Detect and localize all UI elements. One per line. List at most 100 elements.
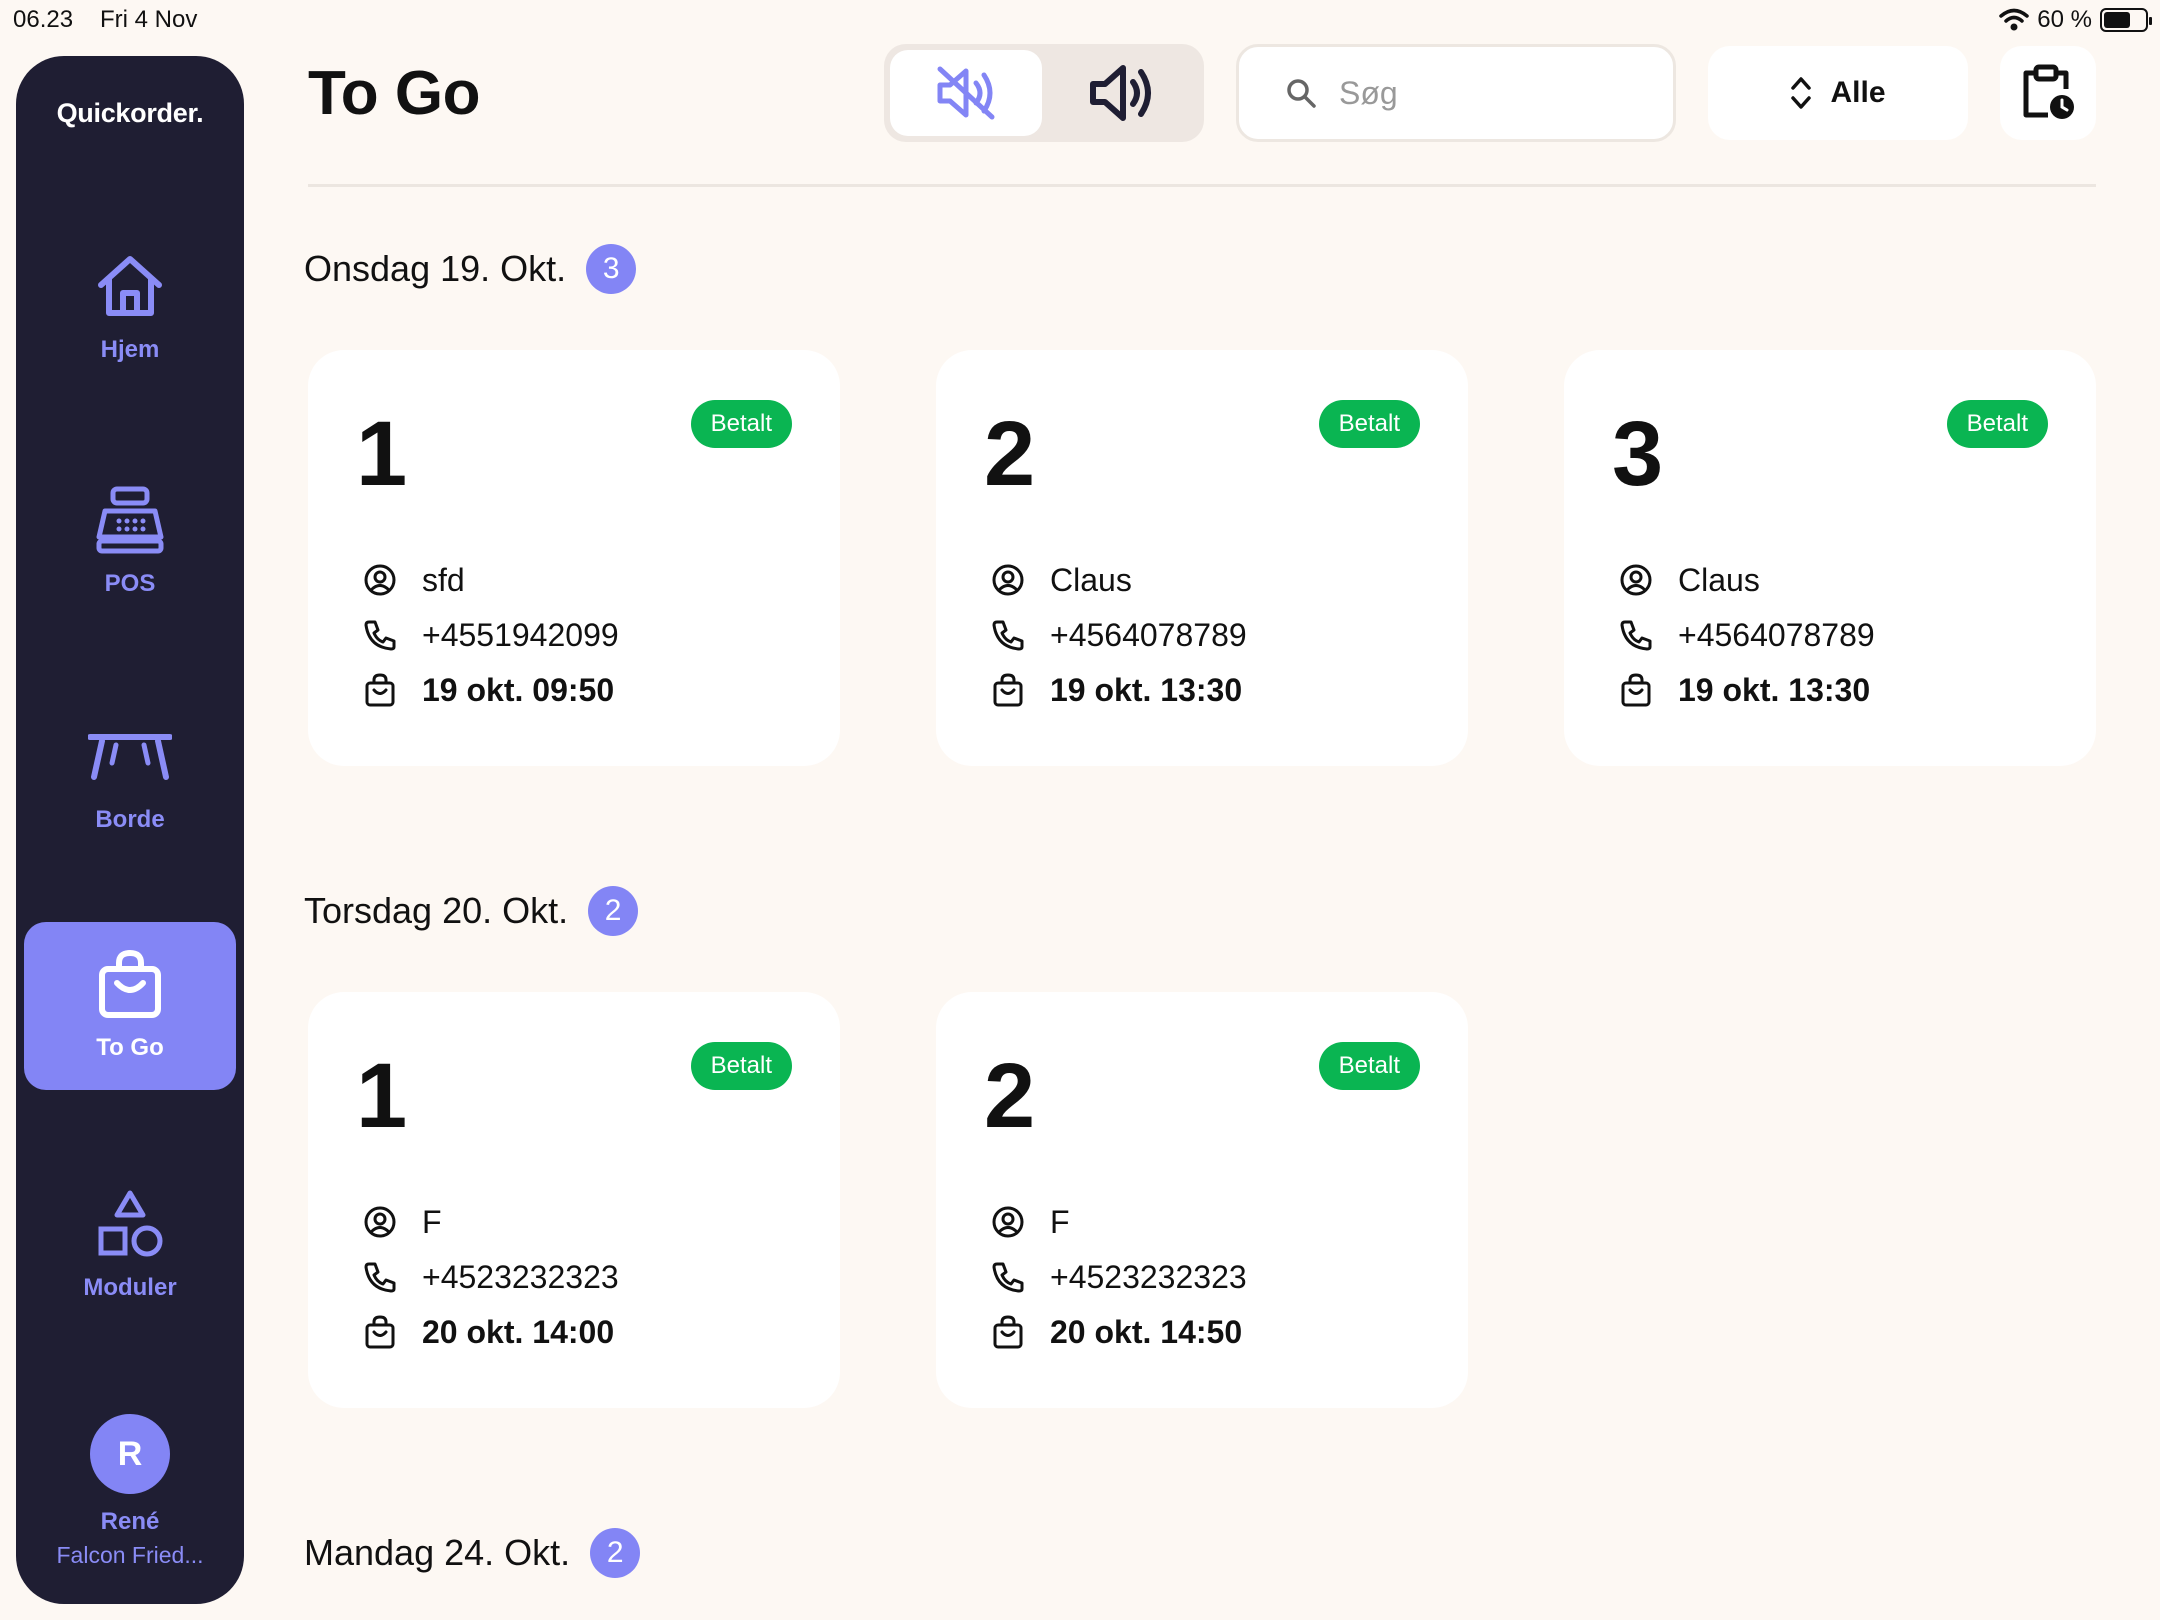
sidebar-item-borde[interactable]: Borde [24, 694, 236, 862]
pickup-time: 20 okt. 14:50 [1050, 1313, 1243, 1350]
section-date: Torsdag 20. Okt. [304, 890, 569, 931]
order-card[interactable]: 1 Betalt sfd +4551942099 19 okt. 09:50 [308, 350, 840, 766]
phone-icon [1620, 620, 1652, 651]
filter-label: Alle [1830, 76, 1886, 109]
search-box [1236, 44, 1676, 142]
pickup-time: 20 okt. 14:00 [422, 1313, 615, 1350]
customer-name-row: F [990, 1202, 1070, 1242]
user-organization: Falcon Fried... [56, 1542, 204, 1568]
order-number: 2 [984, 403, 1036, 505]
speaker-muted-icon [937, 66, 995, 120]
user-circle-icon [992, 564, 1024, 596]
schedule-button[interactable] [2000, 46, 2096, 140]
order-card[interactable]: 1 Betalt F +4523232323 20 okt. 14:00 [308, 992, 840, 1408]
date-section-header: Onsdag 19. Okt. 3 [304, 244, 637, 294]
status-date: Fri 4 Nov [100, 6, 198, 33]
section-date: Mandag 24. Okt. [304, 1532, 571, 1573]
order-number: 1 [356, 403, 408, 505]
sidebar-item-label: Moduler [83, 1274, 177, 1301]
shopping-bag-icon [993, 673, 1023, 707]
shopping-bag-icon [365, 673, 395, 707]
phone-icon [364, 1262, 396, 1293]
customer-name-row: sfd [362, 560, 465, 600]
user-circle-icon [364, 1206, 396, 1238]
sidebar-item-hjem[interactable]: Hjem [24, 224, 236, 392]
status-badge: Betalt [1318, 1042, 1420, 1090]
order-card[interactable]: 2 Betalt F +4523232323 20 okt. 14:50 [936, 992, 1468, 1408]
order-card[interactable]: 2 Betalt Claus +4564078789 19 okt. 13:30 [936, 350, 1468, 766]
order-count-badge: 2 [588, 886, 639, 936]
search-icon [1287, 79, 1316, 108]
sound-toggle [884, 44, 1204, 142]
clipboard-clock-icon [2023, 64, 2074, 119]
user-circle-icon [992, 1206, 1024, 1238]
customer-phone: +4523232323 [1050, 1258, 1247, 1295]
status-badge: Betalt [1946, 400, 2048, 448]
battery-icon [2100, 8, 2152, 32]
sidebar-item-label: Hjem [100, 336, 160, 363]
pickup-time: 19 okt. 13:30 [1050, 671, 1243, 708]
status-badge: Betalt [1318, 400, 1420, 448]
battery-percentage: 60 % [2037, 6, 2092, 33]
user-name: René [100, 1508, 160, 1535]
user-circle-icon [364, 564, 396, 596]
phone-row: +4564078789 [990, 615, 1247, 655]
order-count-badge: 3 [586, 244, 637, 294]
shopping-bag-icon [993, 1315, 1023, 1349]
phone-icon [364, 620, 396, 651]
order-number: 2 [984, 1045, 1036, 1147]
customer-name: F [422, 1203, 442, 1240]
table-icon [88, 734, 172, 780]
shopping-bag-icon [99, 949, 161, 1018]
phone-row: +4551942099 [362, 615, 619, 655]
date-section-header: Mandag 24. Okt. 2 [304, 1528, 641, 1578]
pickup-time: 19 okt. 09:50 [422, 671, 615, 708]
customer-name-row: Claus [1618, 560, 1760, 600]
customer-name: F [1050, 1203, 1070, 1240]
cash-register-icon [96, 486, 164, 554]
sidebar-item-moduler[interactable]: Moduler [24, 1162, 236, 1330]
sidebar-item-label: To Go [96, 1034, 164, 1061]
avatar[interactable]: R [90, 1414, 170, 1494]
status-indicators: 60 % [1999, 4, 2152, 36]
sidebar-item-pos[interactable]: POS [24, 458, 236, 626]
customer-name-row: F [362, 1202, 442, 1242]
mute-button[interactable] [890, 50, 1042, 136]
sidebar-item-to-go[interactable]: To Go [24, 922, 236, 1090]
search-input[interactable] [1339, 69, 1659, 117]
order-number: 1 [356, 1045, 408, 1147]
filter-dropdown[interactable]: Alle [1708, 46, 1968, 140]
shopping-bag-icon [1621, 673, 1651, 707]
customer-name: Claus [1050, 561, 1132, 598]
order-card[interactable]: 3 Betalt Claus +4564078789 19 okt. 13:30 [1564, 350, 2096, 766]
customer-phone: +4564078789 [1050, 616, 1247, 653]
wifi-icon [1999, 8, 2030, 31]
app-logo: Quickorder. [56, 98, 204, 128]
sound-on-button[interactable] [1046, 50, 1198, 136]
status-time: 06.23 [13, 6, 74, 33]
pickup-time-row: 19 okt. 13:30 [1618, 670, 1870, 710]
status-badge: Betalt [690, 1042, 792, 1090]
sort-icon [1791, 77, 1812, 109]
sidebar-item-label: Borde [95, 806, 165, 833]
page-title: To Go [308, 59, 480, 128]
section-date: Onsdag 19. Okt. [304, 248, 567, 289]
customer-phone: +4551942099 [422, 616, 619, 653]
customer-phone: +4564078789 [1678, 616, 1875, 653]
customer-name-row: Claus [990, 560, 1132, 600]
sidebar-item-label: POS [104, 570, 156, 597]
pickup-time: 19 okt. 13:30 [1678, 671, 1871, 708]
speaker-on-icon [1090, 65, 1151, 121]
modules-icon [98, 1190, 163, 1257]
order-number: 3 [1612, 403, 1664, 505]
sidebar: Quickorder. Hjem POS Borde To Go Moduler… [16, 56, 244, 1604]
status-badge: Betalt [690, 400, 792, 448]
pickup-time-row: 19 okt. 13:30 [990, 670, 1242, 710]
customer-name: Claus [1678, 561, 1760, 598]
customer-name: sfd [422, 561, 465, 598]
phone-row: +4523232323 [362, 1257, 619, 1297]
phone-row: +4523232323 [990, 1257, 1247, 1297]
date-section-header: Torsdag 20. Okt. 2 [304, 886, 639, 936]
phone-row: +4564078789 [1618, 615, 1875, 655]
header-divider [308, 184, 2096, 187]
